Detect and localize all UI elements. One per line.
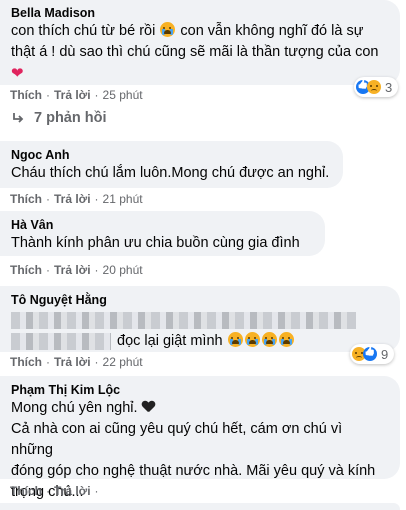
comment-bubble-next [0, 503, 400, 510]
comment-author[interactable]: Hà Vân [11, 217, 313, 233]
reply-button[interactable]: Trả lời [54, 88, 91, 102]
comment-text: Cháu thích chú lắm luôn.Mong chú được an… [11, 165, 330, 181]
like-button[interactable]: Thích [10, 484, 42, 498]
comment-actions: Thích · Trả lời · 21 phút [10, 192, 143, 206]
like-button[interactable]: Thích [10, 192, 42, 206]
reaction-count[interactable]: 9 [350, 344, 395, 364]
comment-author[interactable]: Tô Nguyệt Hằng [11, 292, 388, 308]
comment-bubble: Phạm Thị Kim Lộc Mong chú yên nghỉ. Cả n… [0, 376, 400, 500]
comment-time[interactable]: 21 phút [103, 192, 143, 206]
crying-face-icon [227, 332, 295, 349]
reply-button[interactable]: Trả lời [54, 192, 91, 206]
comment-bubble: Tô Nguyệt Hằng đọc lại giật mình [0, 286, 400, 352]
comment-author[interactable]: Ngoc Anh [11, 147, 331, 163]
comment-text: Thành kính phân ưu chia buồn cùng gia đì… [11, 235, 300, 251]
like-reaction-icon [363, 347, 377, 361]
blurred-text-image [11, 332, 111, 350]
reply-button[interactable]: Trả lời [54, 355, 91, 369]
crying-face-icon [160, 22, 176, 37]
comment-author[interactable]: Phạm Thị Kim Lộc [11, 382, 388, 398]
comment-bubble: Bella Madison con thích chú từ bé rồi co… [0, 0, 400, 85]
comment-time[interactable]: 25 phút [103, 88, 143, 102]
comment-actions: Thích · Trả lời · [10, 484, 99, 498]
comment-time[interactable]: 22 phút [103, 355, 143, 369]
blurred-text-image [11, 311, 356, 329]
like-button[interactable]: Thích [10, 263, 42, 277]
comment-author[interactable]: Bella Madison [11, 5, 388, 21]
comment-actions: Thích · Trả lời · 20 phút [10, 263, 143, 277]
reply-button[interactable]: Trả lời [54, 263, 91, 277]
black-heart-icon [142, 401, 155, 413]
reaction-count[interactable]: 3 [354, 77, 399, 97]
comment-text: con thích chú từ bé rồi con vẫn không ng… [11, 22, 379, 82]
heart-icon: ❤ [11, 65, 24, 82]
comment-text: đọc lại giật mình [11, 310, 388, 352]
comment-actions: Thích · Trả lời · 25 phút [10, 88, 143, 102]
comment-bubble: Hà Vân Thành kính phân ưu chia buồn cùng… [0, 211, 325, 256]
like-button[interactable]: Thích [10, 88, 42, 102]
comment-actions: Thích · Trả lời · 22 phút [10, 355, 143, 369]
reply-arrow-icon [13, 113, 24, 123]
reply-button[interactable]: Trả lời [54, 484, 91, 498]
sad-reaction-icon [367, 80, 381, 94]
comment-bubble: Ngoc Anh Cháu thích chú lắm luôn.Mong ch… [0, 141, 343, 188]
comment-time[interactable]: 20 phút [103, 263, 143, 277]
view-replies-link[interactable]: 7 phản hồi [12, 110, 107, 126]
like-button[interactable]: Thích [10, 355, 42, 369]
